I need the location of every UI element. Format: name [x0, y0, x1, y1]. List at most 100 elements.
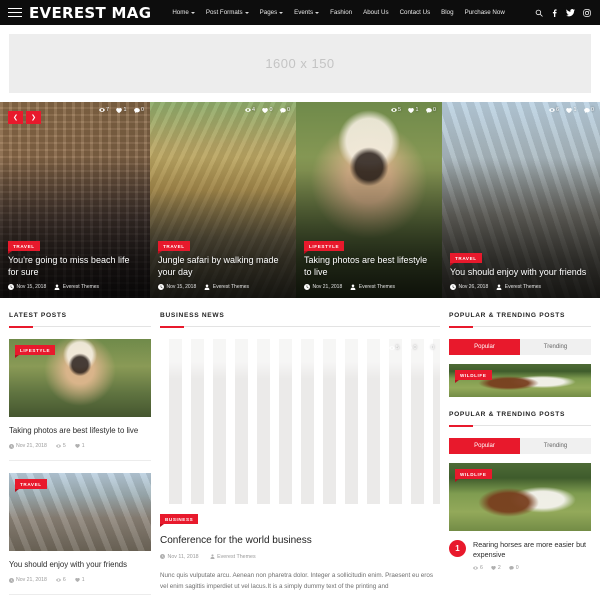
views-stat: 6 [55, 577, 66, 583]
slide-title[interactable]: You're going to miss beach life for sure [8, 255, 142, 279]
article-category-badge[interactable]: BUSINESS [160, 514, 199, 527]
tab-trending[interactable]: Trending [520, 339, 591, 355]
widget-post-meta: 6 2 0 [473, 565, 591, 571]
comments-count: 0 [591, 107, 594, 113]
widget-post-info: Rearing horses are more easier but expen… [473, 540, 591, 571]
date-text: Nov 21, 2018 [16, 577, 47, 584]
post-thumbnail[interactable]: LIFESTYLE [9, 339, 151, 417]
slide-category-badge[interactable]: TRAVEL [8, 241, 40, 255]
views-count: 5 [398, 107, 401, 113]
views-count: 6 [480, 565, 483, 572]
slide-date: Nov 15, 2018 [8, 284, 46, 290]
article-stats: 5 0 0 [388, 345, 434, 351]
slide-content: TRAVEL You're going to miss beach life f… [8, 235, 142, 290]
content-columns: LATEST POSTS LIFESTYLE Taking photos are… [0, 312, 600, 596]
slider-slide-2[interactable]: 4 0 0 TRAVEL Jungle safari by walking ma… [150, 102, 296, 298]
business-news-heading: BUSINESS NEWS [160, 312, 440, 328]
slider-slide-3[interactable]: 5 1 0 LIFESTYLE Taking photos are best l… [296, 102, 442, 298]
likes-count: 1 [81, 577, 85, 584]
ad-banner-container: 1600 x 150 [0, 25, 600, 93]
likes-stat: 1 [74, 443, 85, 449]
slide-date: Nov 26, 2018 [450, 284, 488, 290]
nav-item-post-formats[interactable]: Post Formats [206, 9, 249, 16]
nav-item-contact-us[interactable]: Contact Us [400, 9, 431, 16]
latest-post-item[interactable]: TRAVEL You should enjoy with your friend… [9, 473, 151, 596]
slide-title[interactable]: Jungle safari by walking made your day [158, 255, 288, 279]
nav-item-pages[interactable]: Pages [260, 9, 284, 16]
post-title[interactable]: You should enjoy with your friends [9, 560, 151, 570]
instagram-icon[interactable] [583, 8, 591, 17]
latest-posts-heading: LATEST POSTS [9, 312, 151, 328]
slider-slide-1[interactable]: ❮ ❯ 7 1 0 TRAVEL You're going to miss be… [0, 102, 150, 298]
tab-trending[interactable]: Trending [520, 438, 591, 454]
hamburger-menu-icon[interactable] [8, 7, 22, 18]
widget-post-row[interactable]: 1 Rearing horses are more easier but exp… [449, 540, 591, 571]
likes-count: 1 [415, 107, 419, 113]
slide-category-badge[interactable]: TRAVEL [158, 241, 190, 255]
slider-prev-button[interactable]: ❮ [8, 111, 23, 124]
post-category-badge[interactable]: TRAVEL [15, 479, 47, 493]
divider [9, 594, 151, 596]
slide-title[interactable]: Taking photos are best lifestyle to live [304, 255, 434, 279]
post-meta: Nov 21, 2018 6 1 [9, 577, 151, 583]
nav-item-blog[interactable]: Blog [441, 9, 453, 16]
slide-title[interactable]: You should enjoy with your friends [450, 267, 592, 279]
slider-next-button[interactable]: ❯ [26, 111, 41, 124]
author-text: Everest Themes [217, 553, 256, 560]
date-text: Nov 21, 2018 [16, 443, 47, 450]
twitter-icon[interactable] [566, 8, 575, 17]
tab-popular[interactable]: Popular [449, 438, 520, 454]
popular-trending-widget-1: POPULAR & TRENDING POSTS Popular Trendin… [449, 312, 591, 397]
nav-label: Events [294, 9, 314, 16]
comments-count: 0 [515, 565, 519, 572]
widget-post-thumbnail[interactable]: WILDLIFE [449, 364, 591, 397]
site-brand-title[interactable]: EVEREST MAG [29, 4, 151, 22]
post-title[interactable]: Taking photos are best lifestyle to live [9, 426, 151, 436]
nav-label: Home [172, 9, 189, 16]
tab-popular[interactable]: Popular [449, 339, 520, 355]
slide-category-badge[interactable]: LIFESTYLE [304, 241, 345, 255]
post-thumbnail[interactable]: TRAVEL [9, 473, 151, 552]
article-author: Everest Themes [210, 554, 256, 560]
widget-post-category-badge[interactable]: WILDLIFE [455, 469, 492, 482]
facebook-icon[interactable] [551, 8, 558, 17]
views-count: 5 [62, 443, 66, 450]
article-image-conference [160, 339, 440, 504]
divider [9, 460, 151, 462]
likes-count: 0 [269, 107, 273, 113]
nav-item-home[interactable]: Home [172, 9, 195, 16]
slide-meta: Nov 26, 2018 Everest Themes [450, 284, 592, 290]
views-stat: 6 [548, 107, 559, 113]
nav-item-purchase-now[interactable]: Purchase Now [465, 9, 505, 16]
post-category-badge[interactable]: LIFESTYLE [15, 345, 56, 358]
comments-stat: 0 [133, 107, 144, 113]
comments-stat: 0 [583, 107, 594, 113]
likes-count: 0 [413, 345, 417, 351]
latest-post-item[interactable]: LIFESTYLE Taking photos are best lifesty… [9, 339, 151, 462]
likes-count: 1 [123, 107, 127, 113]
nav-item-fashion[interactable]: Fashion [330, 9, 352, 16]
views-stat: 5 [388, 345, 399, 351]
article-title[interactable]: Conference for the world business [160, 535, 440, 546]
views-stat: 7 [98, 107, 109, 113]
search-icon[interactable] [535, 9, 543, 17]
nav-item-events[interactable]: Events [294, 9, 320, 16]
featured-slider: ❮ ❯ 7 1 0 TRAVEL You're going to miss be… [0, 102, 600, 298]
likes-count: 1 [573, 107, 577, 113]
widget-post-thumbnail[interactable]: WILDLIFE [449, 463, 591, 531]
nav-item-about-us[interactable]: About Us [363, 9, 388, 16]
slider-slide-4[interactable]: 6 1 0 TRAVEL You should enjoy with your … [442, 102, 600, 298]
widget-post-title[interactable]: Rearing horses are more easier but expen… [473, 540, 591, 559]
likes-count: 2 [497, 565, 501, 572]
slide-category-badge[interactable]: TRAVEL [450, 253, 482, 267]
widget-tabs: Popular Trending [449, 438, 591, 454]
article-excerpt: Nunc quis vulputate arcu. Aenean non pha… [160, 571, 434, 590]
likes-stat: 1 [566, 107, 577, 113]
business-news-article[interactable]: 5 0 0 BUSINESS Conference for the world … [160, 339, 440, 592]
ad-banner-placeholder[interactable]: 1600 x 150 [9, 34, 591, 93]
views-count: 5 [396, 345, 399, 351]
slide-meta: Nov 21, 2018 Everest Themes [304, 284, 434, 290]
post-date: Nov 21, 2018 [9, 443, 47, 449]
widget-post-category-badge[interactable]: WILDLIFE [455, 370, 492, 383]
article-thumbnail[interactable]: 5 0 0 [160, 339, 440, 504]
